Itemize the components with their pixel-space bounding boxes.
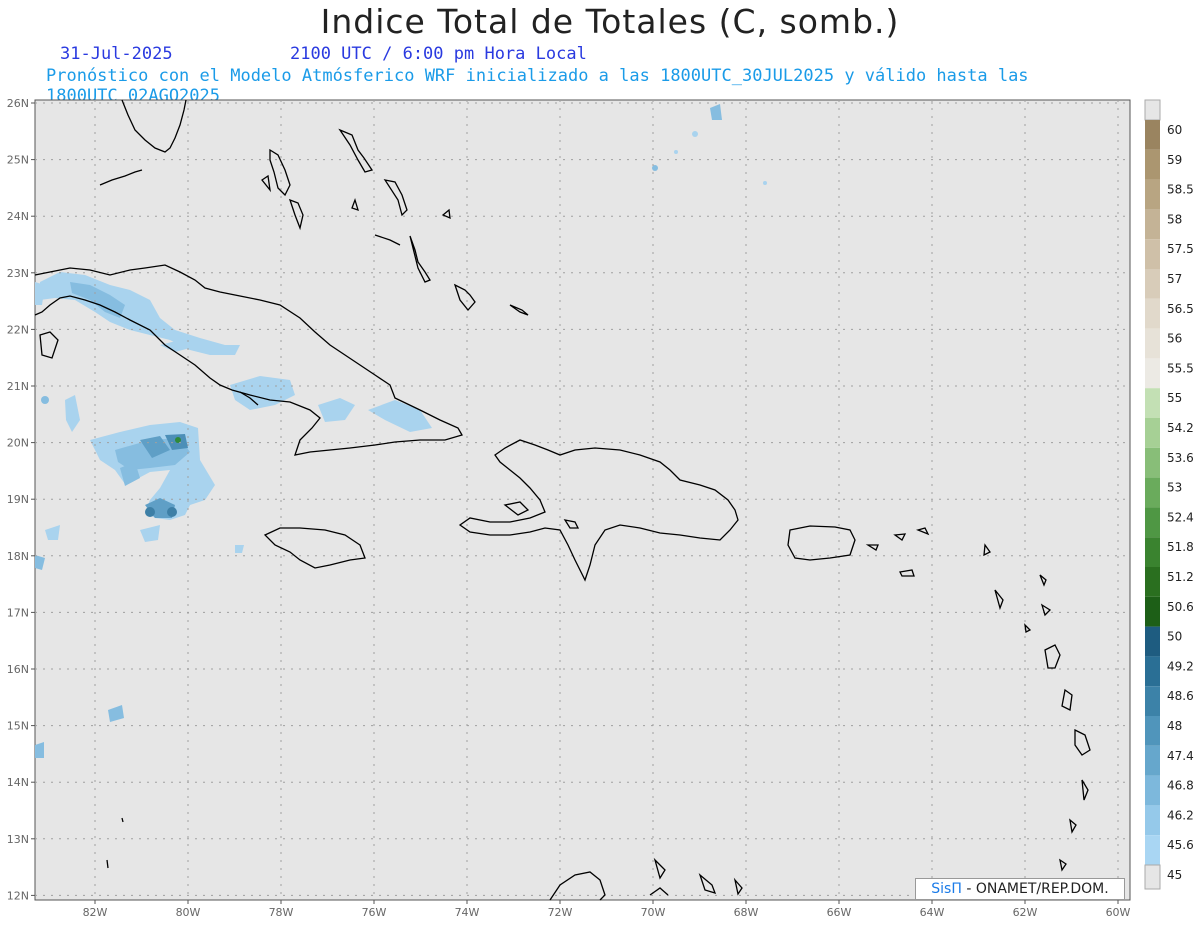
colorbar-swatch (1145, 537, 1160, 567)
colorbar-swatch (1145, 179, 1160, 210)
colorbar-swatch (1145, 716, 1160, 746)
colorbar-swatch (1145, 388, 1160, 418)
colorbar-swatch (1145, 596, 1160, 627)
colorbar-swatch (1145, 626, 1160, 657)
colorbar-label: 58.5 (1167, 183, 1194, 197)
colorbar-swatch (1145, 418, 1160, 448)
lat-label: 18N (7, 550, 29, 563)
colorbar-label: 56.5 (1167, 302, 1194, 316)
lon-label: 76W (362, 906, 387, 919)
colorbar-swatch (1145, 477, 1160, 508)
colorbar-cap (1144, 864, 1161, 890)
lon-label: 60W (1106, 906, 1131, 919)
colorbar-swatch (1145, 745, 1160, 776)
colorbar-label: 60 (1167, 123, 1182, 137)
colorbar: 60 59 58.5 58 57.5 57 56.5 56 55.5 55 54.2 53.6 53 52… (1144, 99, 1194, 890)
lat-label: 16N (7, 663, 29, 676)
colorbar-swatch (1145, 686, 1160, 716)
colorbar-swatch (1145, 567, 1160, 597)
latitude-labels: 26N 25N 24N 23N 22N 21N 20N 19N 18N 17N 16N 15N 14N 1… (7, 97, 35, 902)
lon-label: 62W (1013, 906, 1038, 919)
colorbar-swatch (1145, 656, 1160, 687)
lon-label: 66W (827, 906, 852, 919)
lon-label: 78W (269, 906, 294, 919)
colorbar-swatch (1145, 269, 1160, 299)
colorbar-label: 46.8 (1167, 779, 1194, 793)
colorbar-label: 47.4 (1167, 749, 1194, 763)
lon-label: 74W (455, 906, 480, 919)
colorbar-label: 49.2 (1167, 659, 1194, 673)
lat-label: 23N (7, 267, 29, 280)
colorbar-swatch (1145, 447, 1160, 478)
colorbar-swatch (1145, 328, 1160, 359)
lat-label: 22N (7, 323, 29, 336)
colorbar-label: 54.2 (1167, 421, 1194, 435)
lat-label: 12N (7, 889, 29, 902)
lat-label: 25N (7, 154, 29, 167)
credit-box: SisΠ - ONAMET/REP.DOM. (915, 878, 1125, 900)
colorbar-swatch (1145, 507, 1160, 538)
lat-label: 26N (7, 97, 29, 110)
colorbar-swatch (1145, 805, 1160, 836)
colorbar-swatch (1145, 149, 1160, 180)
colorbar-label: 55 (1167, 391, 1182, 405)
lon-label: 80W (176, 906, 201, 919)
colorbar-swatch (1145, 209, 1160, 240)
lon-label: 82W (83, 906, 108, 919)
colorbar-label: 56 (1167, 332, 1182, 346)
credit-text: - ONAMET/REP.DOM. (966, 881, 1109, 897)
colorbar-swatch (1145, 298, 1160, 329)
lat-label: 19N (7, 493, 29, 506)
lat-label: 13N (7, 833, 29, 846)
lat-label: 15N (7, 720, 29, 733)
lat-label: 17N (7, 606, 29, 619)
colorbar-label: 59 (1167, 153, 1182, 167)
colorbar-label: 52.4 (1167, 510, 1194, 524)
sispi-brand: SisΠ (931, 881, 962, 897)
colorbar-swatch (1145, 835, 1160, 865)
colorbar-label: 51.2 (1167, 570, 1194, 584)
colorbar-label: 51.8 (1167, 540, 1194, 554)
colorbar-label: 57 (1167, 272, 1182, 286)
colorbar-label: 48.6 (1167, 689, 1194, 703)
lat-label: 20N (7, 437, 29, 450)
colorbar-label: 57.5 (1167, 242, 1194, 256)
colorbar-label: 45.6 (1167, 838, 1194, 852)
colorbar-label: 58 (1167, 212, 1182, 226)
colorbar-label: 46.2 (1167, 808, 1194, 822)
colorbar-swatch (1145, 239, 1160, 269)
colorbar-label: 53.6 (1167, 451, 1194, 465)
lon-label: 68W (734, 906, 759, 919)
colorbar-label: 45 (1167, 868, 1182, 882)
colorbar-label: 48 (1167, 719, 1182, 733)
lon-label: 64W (920, 906, 945, 919)
colorbar-cap (1144, 99, 1161, 121)
lat-label: 21N (7, 380, 29, 393)
weather-map: 26N 25N 24N 23N 22N 21N 20N 19N 18N 17N 16N 15N 14N 1… (7, 97, 1194, 919)
colorbar-label: 53 (1167, 481, 1182, 495)
colorbar-label: 50 (1167, 630, 1182, 644)
lon-label: 72W (548, 906, 573, 919)
colorbar-swatch (1145, 358, 1160, 389)
colorbar-label: 55.5 (1167, 361, 1194, 375)
lat-label: 24N (7, 210, 29, 223)
lon-label: 70W (641, 906, 666, 919)
longitude-labels: 82W 80W 78W 76W 74W 72W 70W 68W 66W 64W 62W 60W (83, 900, 1131, 919)
colorbar-label: 50.6 (1167, 600, 1194, 614)
lat-label: 14N (7, 776, 29, 789)
colorbar-swatch (1145, 120, 1160, 150)
colorbar-swatch (1145, 775, 1160, 806)
